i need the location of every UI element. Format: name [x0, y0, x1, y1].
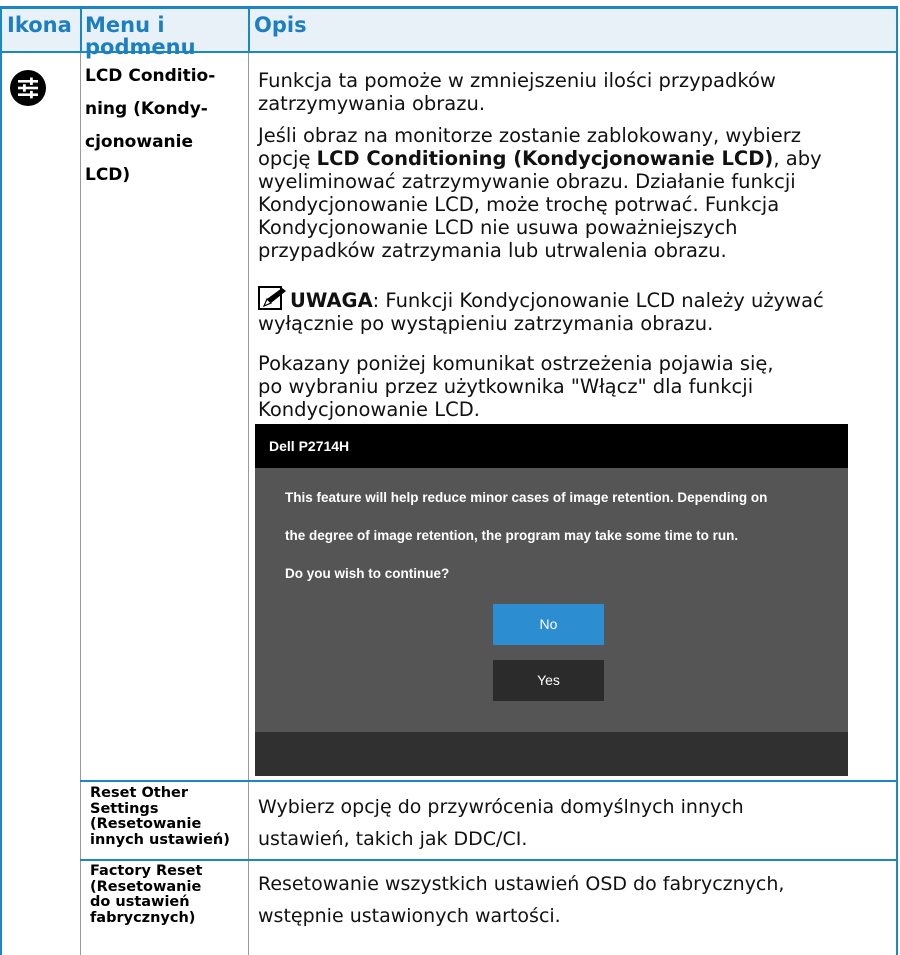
no-button[interactable]: No	[493, 604, 604, 645]
menu-label-line: ning (Kondy-	[85, 99, 208, 119]
text-line: Funkcja ta pomoże w zmniejszeniu ilości …	[258, 69, 776, 92]
note-label: UWAGA	[290, 289, 373, 312]
reset-other-description: Wybierz opcję do przywrócenia domyślnych…	[258, 791, 878, 855]
row-divider-1	[80, 780, 898, 782]
menu-label-line: Settings	[90, 800, 159, 817]
menu-label-line: (Resetowanie	[90, 878, 202, 895]
menu-label-line: LCD Conditio-	[85, 66, 216, 86]
text-line: po wybraniu przez użytkownika "Włącz" dl…	[258, 375, 754, 398]
dialog-message-line: This feature will help reduce minor case…	[285, 490, 768, 505]
dialog-title: Dell P2714H	[269, 438, 350, 454]
dialog-message-line: Do you wish to continue?	[285, 566, 450, 581]
description-paragraph-3: Pokazany poniżej komunikat ostrzeżenia p…	[258, 352, 878, 421]
row-divider-2	[80, 859, 898, 861]
text-line: Kondycjonowanie LCD.	[258, 398, 480, 421]
text-line: Resetowanie wszystkich ustawień OSD do f…	[258, 873, 785, 895]
text-line: Pokazany poniżej komunikat ostrzeżenia p…	[258, 352, 774, 375]
header-menu-column-line1: Menu i	[85, 13, 165, 37]
yes-button[interactable]: Yes	[493, 660, 604, 701]
table-right-border	[896, 6, 898, 955]
note-text: : Funkcji Kondycjonowanie LCD należy uży…	[372, 289, 824, 312]
body-col-divider-1	[80, 53, 81, 955]
menu-label-line: innych ustawień)	[90, 831, 230, 848]
table-left-border	[0, 6, 2, 955]
text-line: wstępnie ustawionych wartości.	[258, 905, 561, 927]
factory-reset-description: Resetowanie wszystkich ustawień OSD do f…	[258, 868, 878, 932]
text-line: Kondycjonowanie LCD, może trochę potrwać…	[258, 193, 780, 216]
note-block: UWAGA: Funkcji Kondycjonowanie LCD należ…	[258, 286, 878, 335]
header-icon-column: Ikona	[7, 13, 72, 37]
description-paragraph-2: Jeśli obraz na monitorze zostanie zablok…	[258, 124, 878, 262]
text-line: UWAGA: Funkcji Kondycjonowanie LCD należ…	[258, 286, 878, 312]
dialog-footer-bar	[255, 732, 848, 776]
text-line: przypadków zatrzymania lub utrwalenia ob…	[258, 239, 727, 262]
dialog-title-bar: Dell P2714H	[255, 424, 848, 468]
settings-sliders-icon	[10, 70, 46, 106]
text-line: opcję LCD Conditioning (Kondycjonowanie …	[258, 147, 878, 170]
dialog-message-line: the degree of image retention, the progr…	[285, 528, 739, 543]
menu-label-line: cjonowanie	[85, 132, 194, 152]
body-col-divider-2	[248, 53, 249, 955]
header-menu-column-line2: podmenu	[85, 35, 196, 59]
text-line: ustawień, takich jak DDC/CI.	[258, 828, 528, 850]
note-pencil-icon	[258, 286, 286, 310]
description-paragraph-1: Funkcja ta pomoże w zmniejszeniu ilości …	[258, 69, 878, 115]
menu-label-line: Factory Reset	[90, 863, 203, 879]
option-name-bold: LCD Conditioning (Kondycjonowanie LCD)	[316, 147, 774, 170]
menu-label-line: LCD)	[85, 165, 131, 185]
text-line: wyeliminować zatrzymywanie obrazu. Dział…	[258, 170, 796, 193]
text-line: Kondycjonowanie LCD nie usuwa poważniejs…	[258, 216, 738, 239]
header-col-divider-1	[80, 6, 82, 51]
text-line: wyłącznie po wystąpieniu zatrzymania obr…	[258, 312, 714, 335]
settings-sliders-glyph	[18, 77, 38, 99]
table-top-border	[0, 6, 898, 9]
text-run: opcję	[258, 147, 317, 170]
lcd-conditioning-warning-dialog: Dell P2714H This feature will help reduc…	[255, 424, 848, 776]
text-line: Jeśli obraz na monitorze zostanie zablok…	[258, 124, 801, 147]
menu-label-line: Reset Other	[90, 785, 189, 801]
menu-item-reset-other-settings: Reset Other Settings (Resetowanie innych…	[90, 785, 245, 848]
menu-label-line: fabrycznych)	[90, 909, 196, 926]
menu-item-factory-reset: Factory Reset (Resetowanie do ustawień f…	[90, 863, 245, 926]
text-line: zatrzymywania obrazu.	[258, 92, 486, 115]
menu-item-lcd-conditioning: LCD Conditio- ning (Kondy- cjonowanie LC…	[85, 60, 245, 192]
menu-label-line: (Resetowanie	[90, 816, 202, 832]
menu-label-line: do ustawień	[90, 894, 190, 910]
header-col-divider-2	[248, 6, 250, 51]
header-description-column: Opis	[254, 13, 307, 37]
text-line: Wybierz opcję do przywrócenia domyślnych…	[258, 796, 744, 818]
text-run: , aby	[773, 147, 822, 170]
